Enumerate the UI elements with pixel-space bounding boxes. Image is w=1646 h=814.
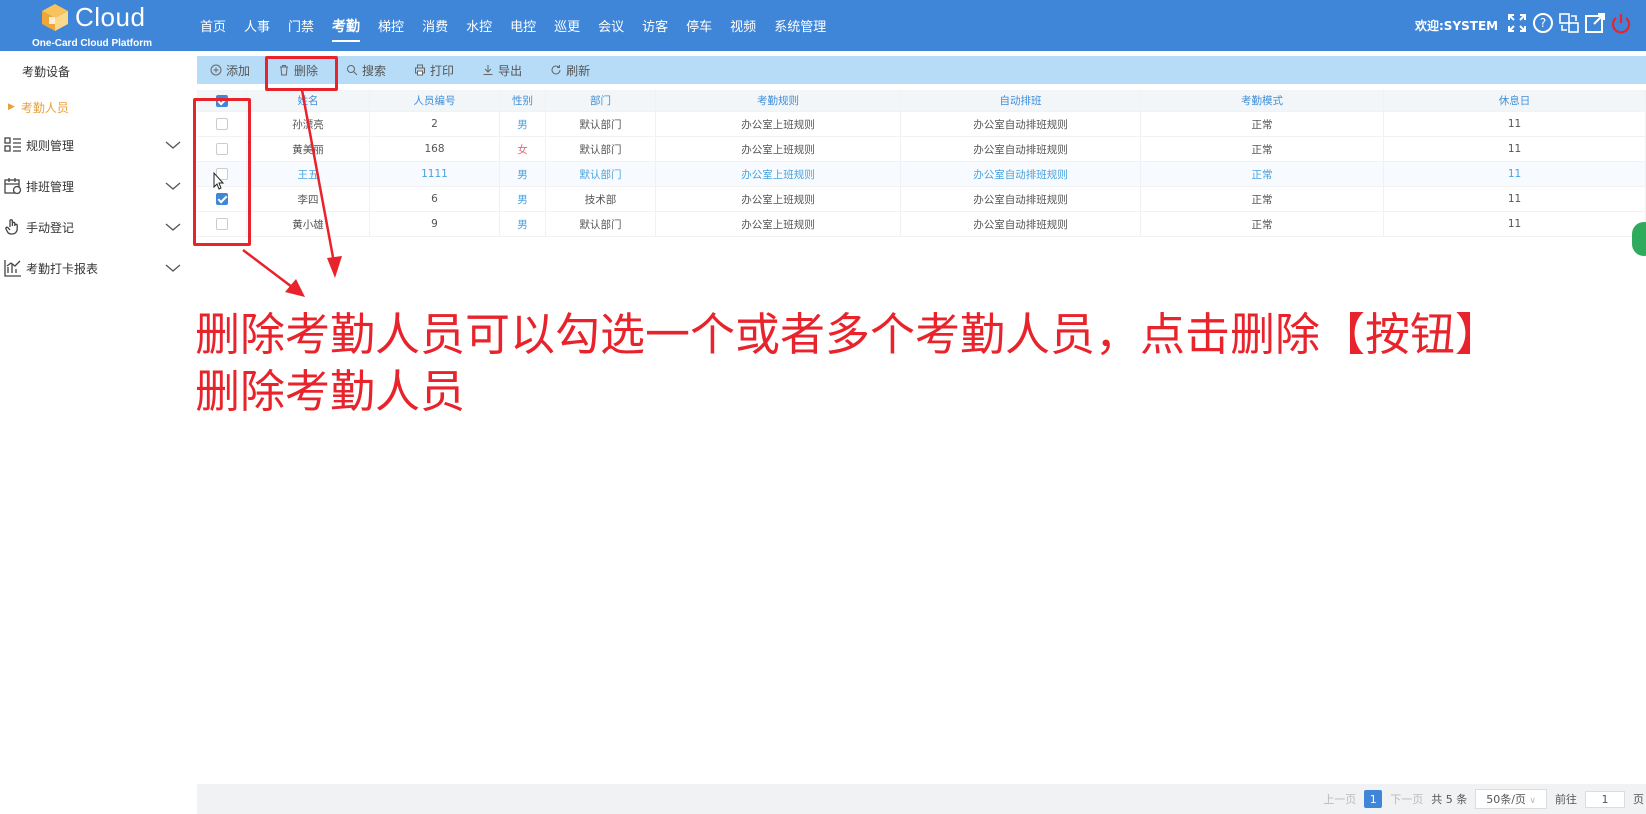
annotation-line-1: 删除考勤人员可以勾选一个或者多个考勤人员，点击删除【按钮】 <box>195 308 1501 361</box>
floating-assistant-icon[interactable] <box>1632 222 1646 256</box>
mouse-cursor-icon <box>213 171 225 190</box>
arrowhead-icon <box>285 279 305 297</box>
arrowhead-icon <box>327 256 342 278</box>
annotation-text: 删除考勤人员可以勾选一个或者多个考勤人员，点击删除【按钮】 删除考勤人员 <box>195 306 1500 420</box>
arrow-to-checkboxes <box>242 249 297 291</box>
annotation-line-2: 删除考勤人员 <box>195 365 466 418</box>
arrow-to-delete <box>300 89 337 269</box>
